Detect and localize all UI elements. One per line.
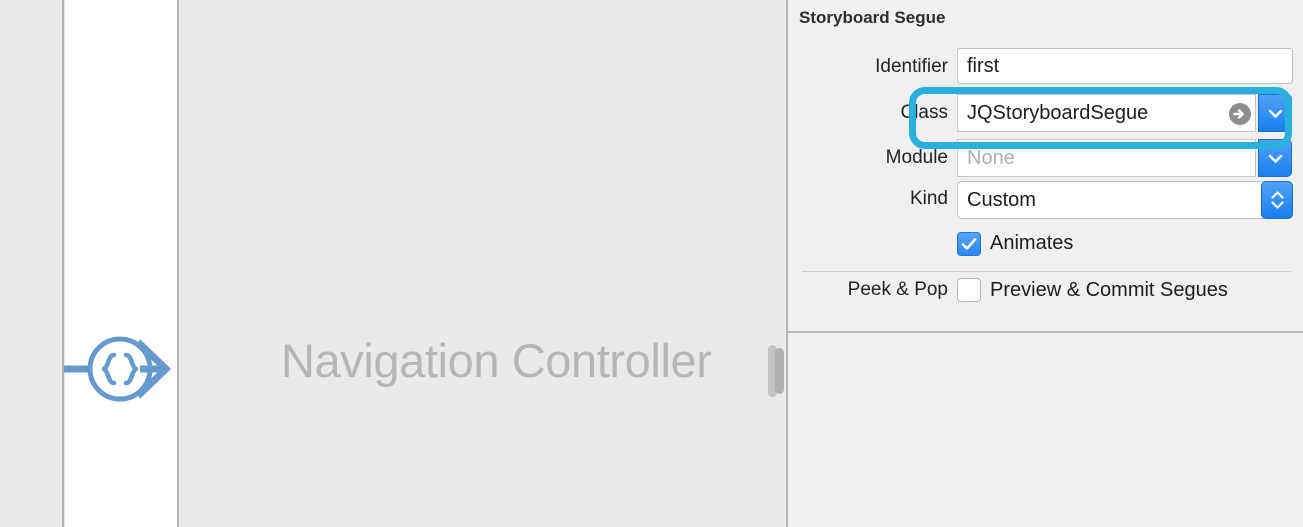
storyboard-canvas[interactable]: Navigation Controller — [180, 0, 785, 527]
module-combobox-input[interactable]: None — [957, 139, 1256, 177]
inspector-section-divider — [788, 331, 1303, 333]
class-combobox-input[interactable]: JQStoryboardSegue — [957, 94, 1256, 132]
kind-label: Kind — [909, 188, 948, 209]
scene-column-divider — [177, 0, 179, 527]
chevron-up-down-icon — [1270, 191, 1284, 209]
segue-braces-arrow-icon[interactable] — [62, 326, 180, 412]
kind-stepper-button[interactable] — [1261, 181, 1293, 219]
kind-popup-button[interactable]: Custom — [957, 181, 1293, 219]
xcode-storyboard-screen: Navigation Controller Storyboard Segue I… — [0, 0, 1303, 527]
preview-commit-segues-label: Preview & Commit Segues — [990, 279, 1228, 301]
scene-column — [65, 0, 177, 527]
preview-commit-segues-checkbox[interactable] — [957, 278, 981, 302]
peek-and-pop-label: Peek & Pop — [847, 279, 948, 300]
inspector-section-title: Storyboard Segue — [799, 8, 946, 27]
editor-left-gutter — [0, 0, 62, 527]
arrow-right-circle-icon[interactable] — [1228, 102, 1252, 126]
gutter-divider — [62, 0, 64, 527]
class-dropdown-button[interactable] — [1258, 94, 1292, 132]
animates-label: Animates — [990, 232, 1074, 254]
class-label: Class — [900, 102, 948, 123]
scene-title: Navigation Controller — [281, 334, 712, 387]
identifier-label: Identifier — [875, 56, 948, 77]
identifier-input[interactable]: first — [957, 48, 1293, 84]
animates-checkbox[interactable] — [957, 232, 981, 256]
module-label: Module — [885, 147, 948, 168]
checkmark-icon — [961, 238, 977, 250]
inspector-scrollbar-thumb[interactable] — [775, 348, 784, 394]
attributes-inspector-panel: Storyboard Segue Identifier first Class … — [786, 0, 1303, 527]
module-dropdown-button[interactable] — [1258, 139, 1292, 177]
inspector-separator — [802, 271, 1291, 272]
